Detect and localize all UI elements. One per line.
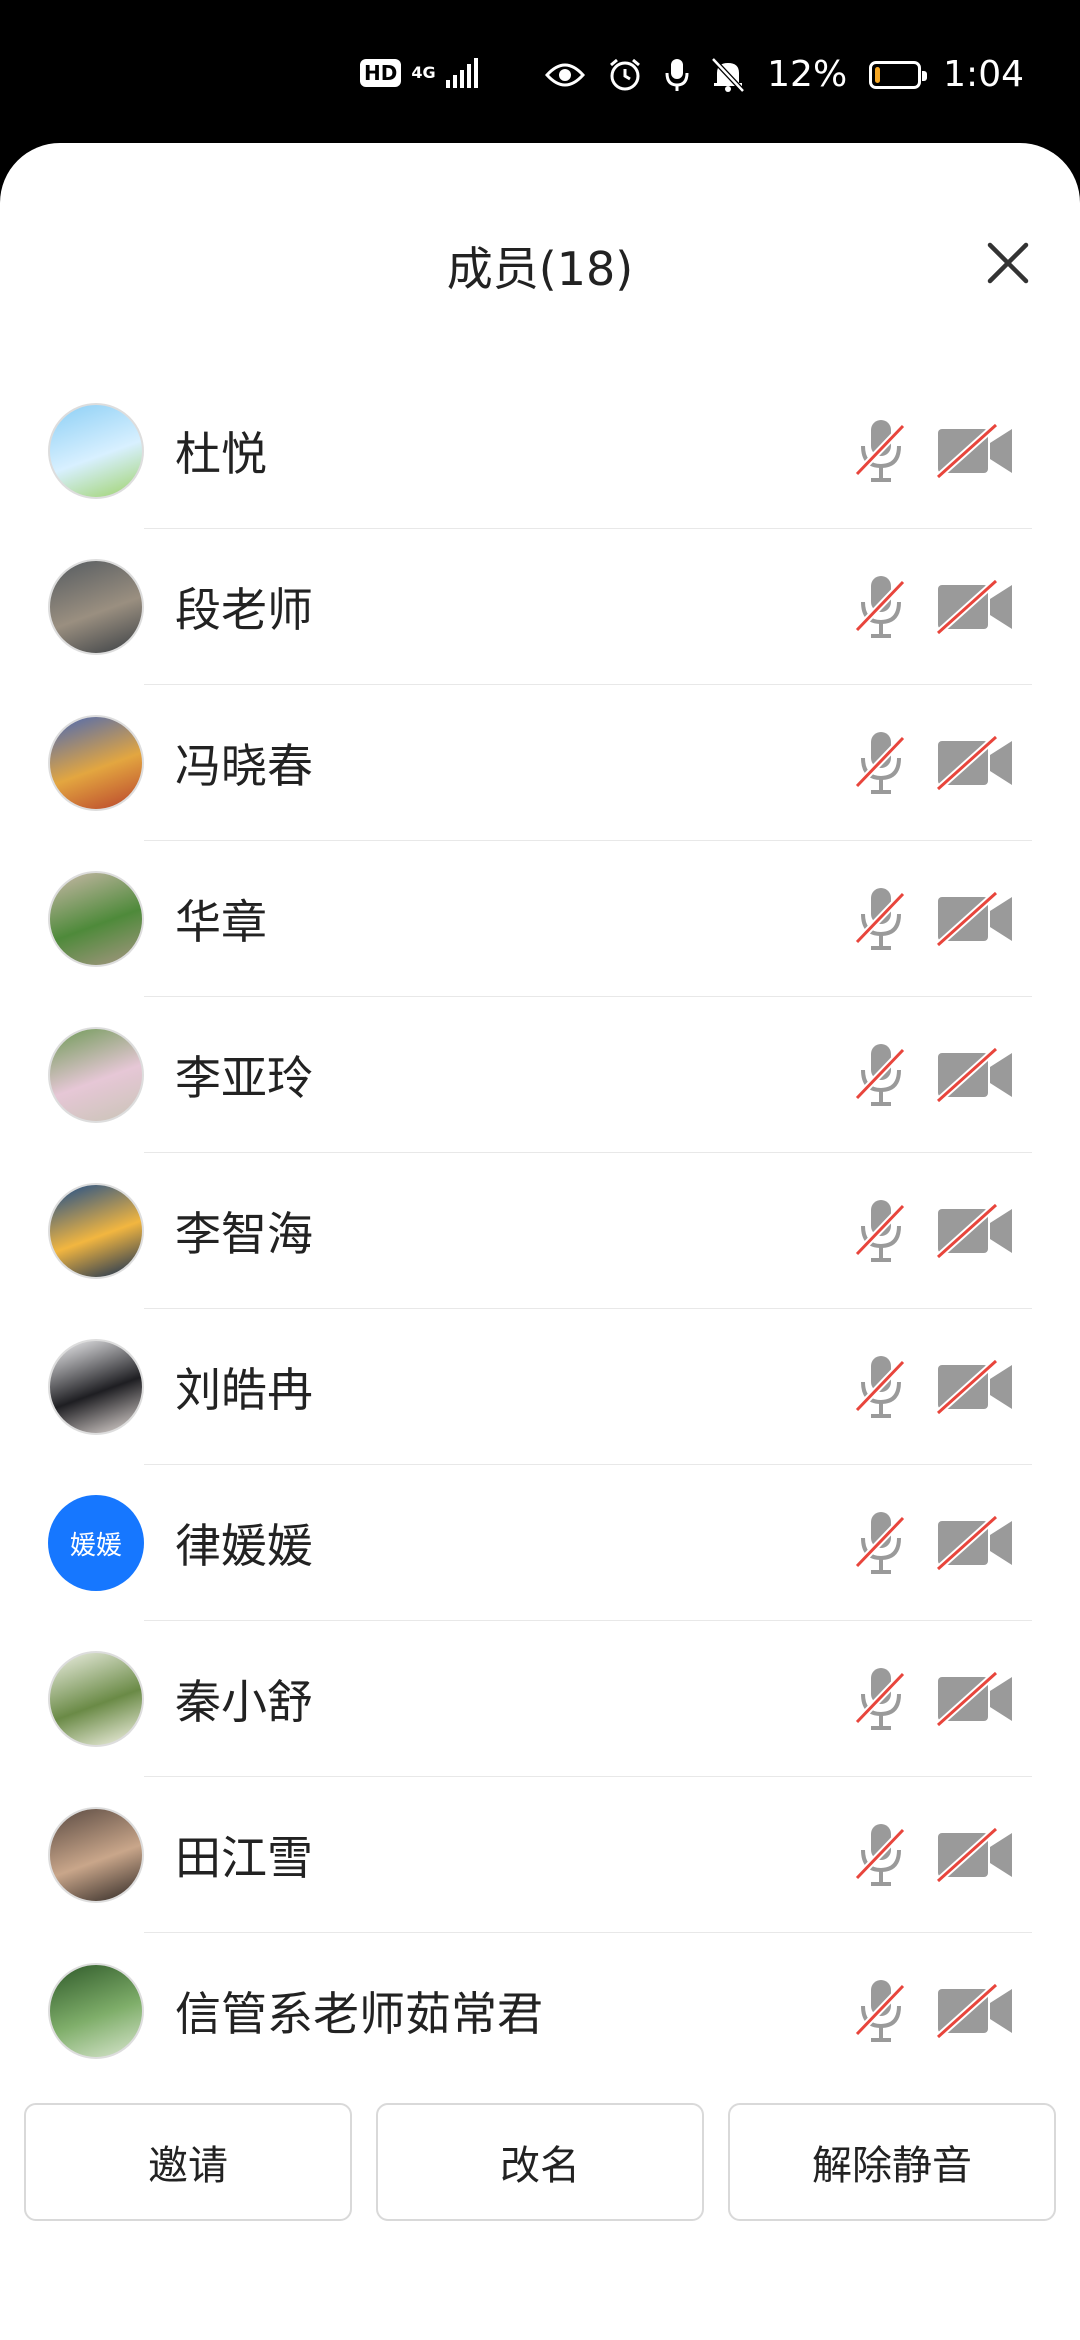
avatar xyxy=(48,403,144,499)
invite-button[interactable]: 邀请 xyxy=(24,2103,352,2221)
members-sheet: 成员(18) 杜悦段老师冯晓春华章李亚玲李智海刘皓冉媛媛 律媛媛秦小舒田江雪信管系… xyxy=(0,143,1080,2340)
mic-muted-icon[interactable] xyxy=(853,730,909,796)
member-name: 华章 xyxy=(175,895,267,949)
member-row[interactable]: 秦小舒 xyxy=(0,1621,1080,1777)
rename-button[interactable]: 改名 xyxy=(376,2103,704,2221)
status-bar-left: HD 4G xyxy=(360,58,480,88)
avatar xyxy=(48,1183,144,1279)
battery-level xyxy=(875,66,881,83)
camera-off-icon[interactable] xyxy=(936,1671,1014,1727)
camera-off-icon[interactable] xyxy=(936,1359,1014,1415)
member-name: 李亚玲 xyxy=(175,1051,313,1105)
member-row[interactable]: 田江雪 xyxy=(0,1777,1080,1933)
mic-muted-icon[interactable] xyxy=(853,574,909,640)
avatar: 媛媛 xyxy=(48,1495,144,1591)
status-bar-right: 12% 1:04 xyxy=(545,54,1024,95)
battery-percent: 12% xyxy=(767,54,848,95)
member-row[interactable]: 媛媛 律媛媛 xyxy=(0,1465,1080,1621)
mic-muted-icon[interactable] xyxy=(853,1354,909,1420)
camera-off-icon[interactable] xyxy=(936,735,1014,791)
mic-muted-icon[interactable] xyxy=(853,1198,909,1264)
signal-icon xyxy=(445,58,478,88)
close-icon xyxy=(987,242,1029,284)
camera-off-icon[interactable] xyxy=(936,1515,1014,1571)
network-type: 4G xyxy=(411,63,436,82)
avatar xyxy=(48,1339,144,1435)
hd-badge: HD xyxy=(360,59,402,87)
avatar xyxy=(48,871,144,967)
status-bar: HD 4G 12% 1:04 xyxy=(0,0,1080,150)
avatar xyxy=(48,715,144,811)
sheet-header: 成员(18) xyxy=(0,143,1080,373)
member-list: 杜悦段老师冯晓春华章李亚玲李智海刘皓冉媛媛 律媛媛秦小舒田江雪信管系老师茹常君 xyxy=(0,373,1080,2089)
member-row[interactable]: 冯晓春 xyxy=(0,685,1080,841)
mic-muted-icon[interactable] xyxy=(853,1822,909,1888)
unmute-button[interactable]: 解除静音 xyxy=(728,2103,1056,2221)
member-name: 田江雪 xyxy=(175,1831,313,1885)
mic-muted-icon[interactable] xyxy=(853,1978,909,2044)
action-bar: 邀请 改名 解除静音 xyxy=(24,2103,1056,2221)
camera-off-icon[interactable] xyxy=(936,1827,1014,1883)
mic-muted-icon[interactable] xyxy=(853,1042,909,1108)
page-title: 成员(18) xyxy=(446,242,634,296)
clock: 1:04 xyxy=(943,54,1024,95)
avatar-initials: 媛媛 xyxy=(69,1530,122,1561)
mic-muted-icon[interactable] xyxy=(853,418,909,484)
member-name: 秦小舒 xyxy=(175,1675,313,1729)
camera-off-icon[interactable] xyxy=(936,891,1014,947)
avatar xyxy=(48,1963,144,2059)
member-row[interactable]: 段老师 xyxy=(0,529,1080,685)
camera-off-icon[interactable] xyxy=(936,579,1014,635)
member-name: 刘皓冉 xyxy=(175,1363,313,1417)
member-name: 杜悦 xyxy=(175,427,267,481)
avatar xyxy=(48,559,144,655)
avatar xyxy=(48,1651,144,1747)
member-name: 李智海 xyxy=(175,1207,313,1261)
member-name: 冯晓春 xyxy=(175,739,313,793)
bell-off-icon xyxy=(711,56,745,93)
avatar xyxy=(48,1027,144,1123)
eye-icon xyxy=(545,63,586,86)
camera-off-icon[interactable] xyxy=(936,1983,1014,2039)
mic-muted-icon[interactable] xyxy=(853,886,909,952)
member-row[interactable]: 杜悦 xyxy=(0,373,1080,529)
camera-off-icon[interactable] xyxy=(936,1203,1014,1259)
alarm-icon xyxy=(610,58,641,90)
member-name: 段老师 xyxy=(175,583,313,637)
member-name: 律媛媛 xyxy=(175,1519,313,1573)
member-row[interactable]: 信管系老师茹常君 xyxy=(0,1933,1080,2089)
member-row[interactable]: 李亚玲 xyxy=(0,997,1080,1153)
mic-muted-icon[interactable] xyxy=(853,1510,909,1576)
camera-off-icon[interactable] xyxy=(936,1047,1014,1103)
member-row[interactable]: 刘皓冉 xyxy=(0,1309,1080,1465)
battery-icon xyxy=(869,60,928,89)
close-button[interactable] xyxy=(976,231,1040,295)
member-row[interactable]: 李智海 xyxy=(0,1153,1080,1309)
avatar xyxy=(48,1807,144,1903)
mic-status-icon xyxy=(665,58,689,91)
camera-off-icon[interactable] xyxy=(936,423,1014,479)
member-row[interactable]: 华章 xyxy=(0,841,1080,997)
mic-muted-icon[interactable] xyxy=(853,1666,909,1732)
member-name: 信管系老师茹常君 xyxy=(175,1987,543,2041)
